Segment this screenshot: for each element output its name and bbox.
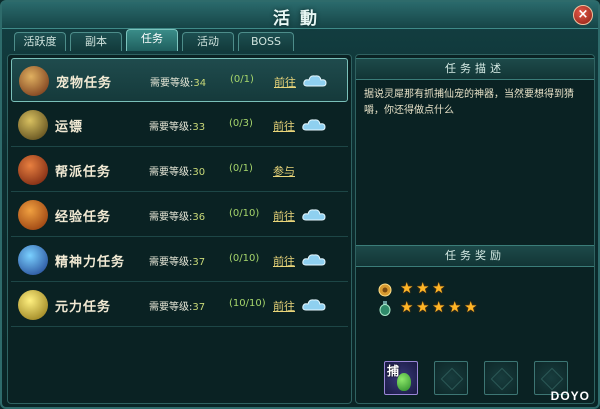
task-level-requirement: 需要等级:37 [149,298,205,313]
star-icon: ★ [464,298,478,316]
close-button[interactable]: × [573,5,593,25]
level-label: 需要等级: [149,167,193,178]
task-name: 元力任务 [55,300,112,315]
watermark-logo: DOYO [550,389,590,403]
task-description: 据说灵犀那有抓捕仙宠的神器，当然要想得到猜嚼，你还得做点什么 [364,89,574,116]
cloud-icon[interactable] [303,74,327,88]
empty-slot-icon [440,367,464,391]
exp-icon [18,200,48,230]
level-value: 37 [192,257,206,268]
level-value: 34 [193,78,207,89]
task-action-link[interactable]: 参与 [273,163,295,179]
level-label: 需要等级: [150,78,194,89]
task-list: 宠物任务 需要等级:34 (0/1) 前往 运镖 需要等级:33 (0/3) 前… [7,54,352,404]
task-level-requirement: 需要等级:30 [149,163,205,178]
task-action-link[interactable]: 前往 [273,118,295,134]
star-icon: ★ [416,279,430,297]
task-row[interactable]: 帮派任务 需要等级:30 (0/1) 参与 [11,148,348,192]
guild-icon [18,155,48,185]
level-label: 需要等级: [149,257,193,268]
escort-icon [18,110,48,140]
task-level-requirement: 需要等级:33 [149,118,205,133]
task-row[interactable]: 元力任务 需要等级:37 (10/10) 前往 [11,283,348,327]
tab-dungeon[interactable]: 副本 [70,32,122,51]
cloud-icon[interactable] [302,208,326,222]
star-icon: ★ [416,298,430,316]
level-value: 30 [192,167,206,178]
task-name: 宠物任务 [56,76,113,91]
task-name: 精神力任务 [55,255,126,270]
star-icon: ★ [400,279,414,297]
task-row[interactable]: 运镖 需要等级:33 (0/3) 前往 [11,103,348,147]
task-level-requirement: 需要等级:34 [150,74,206,89]
task-name: 运镖 [55,120,84,135]
task-level-requirement: 需要等级:37 [149,253,205,268]
window-title: 活動 [273,9,327,29]
reward-item-slot[interactable] [484,361,518,395]
task-row[interactable]: 宠物任务 需要等级:34 (0/1) 前往 [11,58,348,102]
level-value: 36 [192,212,206,223]
task-row[interactable]: 经验任务 需要等级:36 (0/10) 前往 [11,193,348,237]
coin-icon [378,283,392,297]
tab-tasks[interactable]: 任务 [126,29,178,51]
task-action-link[interactable]: 前往 [273,253,295,269]
star-icon: ★ [400,298,414,316]
cloud-icon[interactable] [302,118,326,132]
empty-slot-icon [490,367,514,391]
task-action-link[interactable]: 前往 [273,208,295,224]
level-label: 需要等级: [149,212,193,223]
tab-activity-level[interactable]: 活跃度 [14,32,66,51]
gourd-icon [397,373,411,391]
task-level-requirement: 需要等级:36 [149,208,205,223]
reward-item-slot[interactable] [434,361,468,395]
level-value: 37 [192,302,206,313]
task-progress: (0/1) [229,163,253,174]
star-icon: ★ [432,279,446,297]
activity-window: 活動 × 活跃度 副本 任务 活动 BOSS 宠物任务 需要等级:34 (0/1… [0,0,600,409]
task-detail-panel: 任务描述 据说灵犀那有抓捕仙宠的神器，当然要想得到猜嚼，你还得做点什么 任务奖励… [355,54,595,404]
cloud-icon[interactable] [302,253,326,267]
title-bar[interactable]: 活動 × [2,2,598,29]
description-header: 任务描述 [356,58,594,80]
task-row[interactable]: 精神力任务 需要等级:37 (0/10) 前往 [11,238,348,282]
task-action-link[interactable]: 前往 [274,74,296,90]
task-action-link[interactable]: 前往 [273,298,295,314]
cloud-icon[interactable] [302,298,326,312]
reward-item-slot[interactable]: 捕 [384,361,418,395]
close-icon: × [577,7,589,22]
level-value: 33 [192,122,206,133]
task-name: 经验任务 [55,210,112,225]
task-progress: (0/3) [229,118,253,129]
level-label: 需要等级: [149,302,193,313]
star-icon: ★ [432,298,446,316]
potion-icon [379,301,391,316]
task-progress: (0/10) [229,208,260,219]
task-progress: (10/10) [229,298,266,309]
star-icon: ★ [448,298,462,316]
task-progress: (0/1) [230,74,254,85]
level-label: 需要等级: [149,122,193,133]
pet-icon [19,66,49,96]
spirit-icon [18,245,48,275]
task-progress: (0/10) [229,253,260,264]
task-name: 帮派任务 [55,165,112,180]
rewards-header: 任务奖励 [356,245,594,267]
tab-events[interactable]: 活动 [182,32,234,51]
tab-boss[interactable]: BOSS [238,32,294,51]
yuanli-icon [18,290,48,320]
empty-slot-icon [540,367,564,391]
